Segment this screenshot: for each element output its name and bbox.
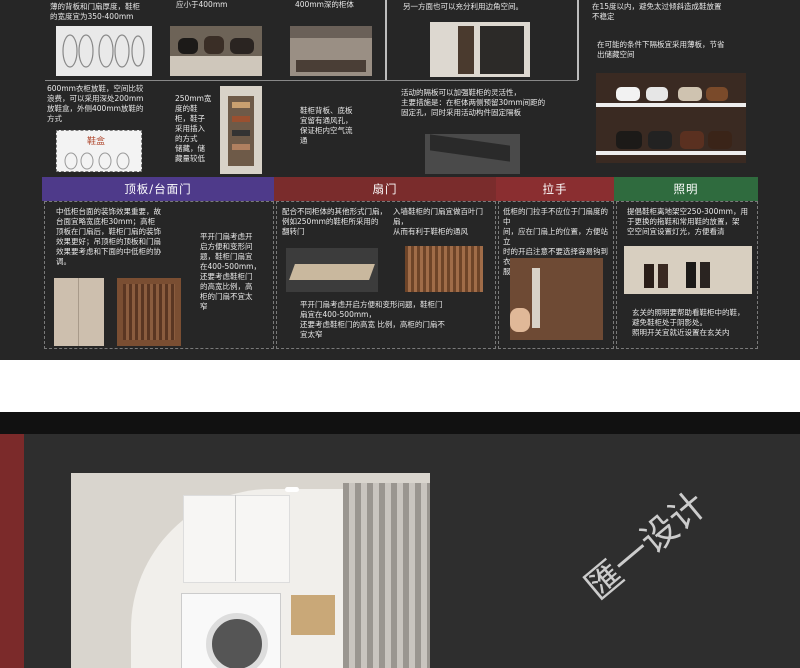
accent-bar xyxy=(0,434,24,668)
band-lighting: 照明 xyxy=(614,177,758,201)
text-ventilation: 鞋柜背板、底板 宜留有通风孔， 保证柜内空气流 通 xyxy=(300,106,353,145)
pull-out-rack-photo xyxy=(290,26,372,76)
text-raised-cabinet: 提倡鞋柜离地架空250-300mm，用 于更换的拖鞋和常用鞋的放置，架 空空间宜… xyxy=(627,207,748,236)
handle-photo xyxy=(510,258,603,340)
text-cabinet-depth: 400mm深的柜体 xyxy=(295,0,354,9)
shoebox-drawing: 鞋盒 xyxy=(56,130,142,172)
divider-line xyxy=(45,80,578,81)
text-wardrobe-shoes: 600mm衣柜放鞋，空间比较 浪费，可以采用深处200mm 放鞋盒，外侧400m… xyxy=(47,84,144,123)
band-label: 顶板/台面门 xyxy=(124,182,192,196)
text-adjustable-shelf: 活动的隔板可以加强鞋柜的灵活性， 主要措施是：在柜体两侧预留30mm间距的 固定… xyxy=(401,88,546,117)
shoe-drawing-image xyxy=(56,26,152,76)
text-thin-shelf: 在可能的条件下隔板宜采用薄板，节省 出储藏空间 xyxy=(597,40,725,59)
text-entry-lighting: 玄关的照明要帮助看鞋柜中的鞋， 避免鞋柜处于阴影处。 照明开关宜就近设置在玄关内 xyxy=(632,308,745,337)
shoe-shelf-photo xyxy=(596,73,746,163)
divider-line xyxy=(577,0,579,80)
text-louvre-door: 入墙鞋柜的门扇宜做百叶门扇， 从而有利于鞋柜的通风 xyxy=(393,207,483,236)
louvre-door-photo xyxy=(405,246,483,292)
tall-cabinet-photo xyxy=(54,278,104,346)
text-door-ratio: 平开门扇考虑开启方便和变形问题，鞋柜门 扇宜在400-500mm， 还要考虑鞋柜… xyxy=(300,300,445,339)
laundry-room-photo xyxy=(71,473,430,668)
band-label: 扇门 xyxy=(372,182,398,196)
band-top-board: 顶板/台面门 xyxy=(42,177,274,201)
text-insert-storage: 250mm宽 度的鞋 柜，鞋子 采用插入 的方式 储藏，储 藏量较低 xyxy=(175,94,212,163)
corner-cabinet-photo xyxy=(430,22,530,77)
section-separator xyxy=(0,360,800,412)
text-corner-space: 另一方面也可以充分利用边角空间。 xyxy=(403,2,523,11)
band-label: 拉手 xyxy=(542,182,568,196)
text-door-width: 平开门扇考虑开 启方便和变形问 题，鞋柜门扇宜 在400-500mm， 还要考虑… xyxy=(200,232,261,311)
narrow-cabinet-photo xyxy=(220,86,262,174)
section-header-strip xyxy=(0,412,800,434)
text-depth-limit: 应小于400mm xyxy=(176,0,228,9)
shelf-hole-photo xyxy=(425,134,520,174)
text-flip-door: 配合不同柜体的其他形式门扇， 例如250mm的鞋柜所采用的 翻转门 xyxy=(282,207,387,236)
louvre-cabinet-photo xyxy=(117,278,181,346)
flip-door-photo xyxy=(286,248,378,292)
text-tilt-angle: 在15度以内，避免太过倾斜造成鞋放置 不稳定 xyxy=(592,2,722,21)
divider-line xyxy=(385,0,387,80)
band-label: 照明 xyxy=(673,182,699,196)
shoe-rack-photo xyxy=(170,26,262,76)
band-handle: 拉手 xyxy=(496,177,614,201)
text-countertop: 中低柜台面的装饰效果重要，故 台面宜略宽底柜30mm；高柜 顶板在门扇后，鞋柜门… xyxy=(56,207,161,266)
band-door: 扇门 xyxy=(274,177,496,201)
text-shoe-cabinet-width: 薄的背板和门扇厚度，鞋柜 的宽度宜为350-400mm xyxy=(50,2,140,21)
info-panel: 薄的背板和门扇厚度，鞋柜 的宽度宜为350-400mm 应小于400mm 400… xyxy=(0,0,800,360)
raised-cabinet-photo xyxy=(624,246,752,294)
